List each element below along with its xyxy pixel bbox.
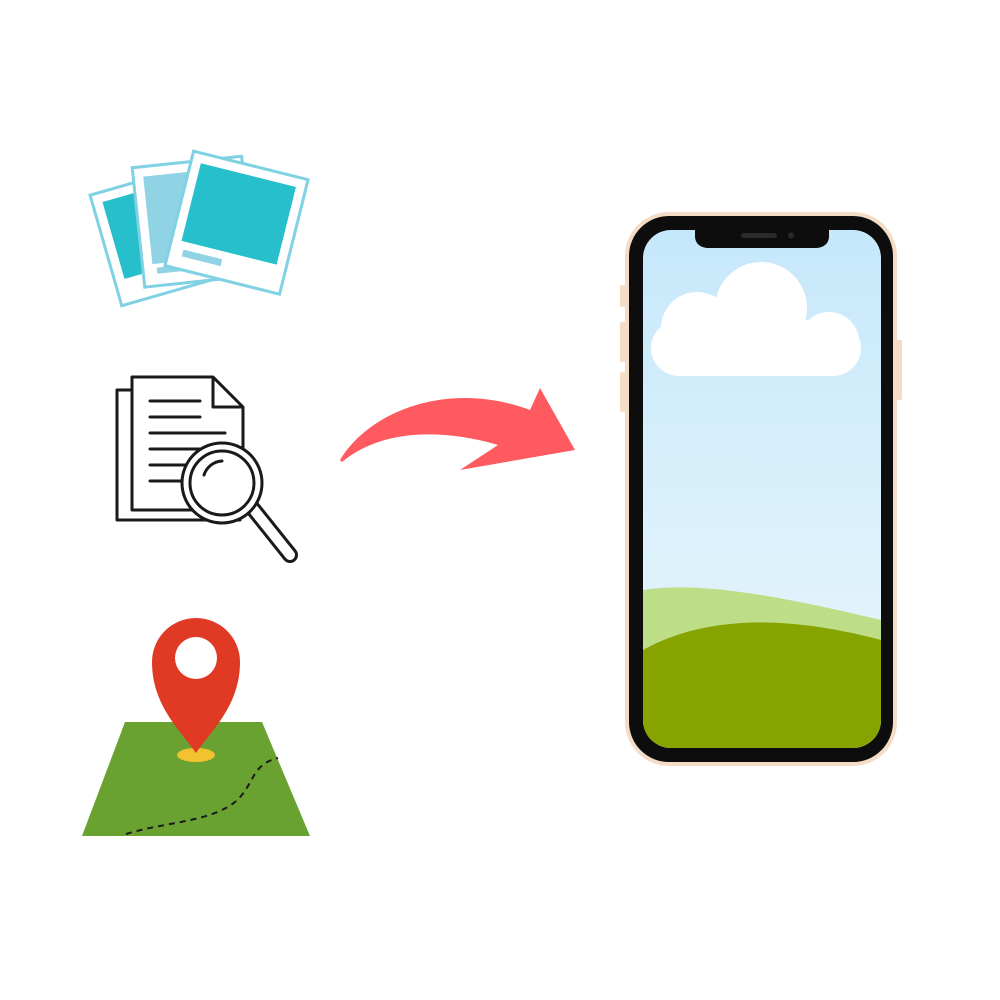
map-location-pin-icon xyxy=(82,618,310,836)
document-search-icon xyxy=(115,375,298,563)
smartphone xyxy=(620,212,902,766)
curved-arrow-icon xyxy=(340,388,575,470)
photo-stack-icon xyxy=(88,149,310,308)
diagram-canvas xyxy=(0,0,1000,1000)
